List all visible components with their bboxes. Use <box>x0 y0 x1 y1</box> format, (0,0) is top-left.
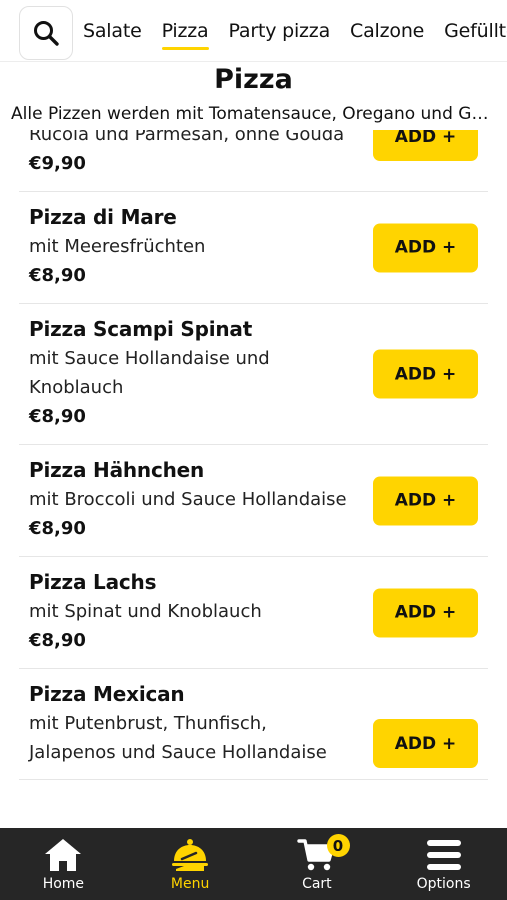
serving-dish-icon <box>172 839 209 871</box>
list-item: Pizza di Mare mit Meeresfrüchten €8,90 A… <box>19 192 488 304</box>
hamburger-menu-icon <box>426 840 461 870</box>
section-title: Pizza <box>214 64 293 95</box>
nav-cart-label: Cart <box>302 876 332 892</box>
nav-options[interactable]: Options <box>380 828 507 900</box>
list-item: Pizza Lachs mit Spinat und Knoblauch €8,… <box>19 557 488 669</box>
item-price: €8,90 <box>29 406 86 427</box>
item-description: mit Sauce Hollandaise und Knoblauch <box>29 348 270 398</box>
nav-home-label: Home <box>42 876 85 892</box>
add-button[interactable]: ADD + <box>373 476 478 525</box>
tab-party-pizza[interactable]: Party pizza <box>229 20 331 42</box>
category-bar: Salate Pizza Party pizza Calzone Gefüllt… <box>0 0 507 62</box>
section-subtitle: Alle Pizzen werden mit Tomatensauce, Ore… <box>11 104 491 124</box>
item-description: mit Spinat und Knoblauch <box>29 601 262 622</box>
nav-options-label: Options <box>416 876 471 892</box>
list-item: Pizza Hähnchen mit Broccoli und Sauce Ho… <box>19 445 488 557</box>
list-item: Pizza Mexican mit Putenbrust, Thunfisch,… <box>19 669 488 780</box>
search-icon <box>34 21 59 46</box>
home-icon <box>45 839 82 871</box>
list-item: Pizza Scampi Spinat mit Sauce Hollandais… <box>19 304 488 445</box>
tab-pizza[interactable]: Pizza <box>161 20 209 50</box>
nav-menu-label: Menu <box>170 876 210 892</box>
section-header: Pizza Alle Pizzen werden mit Tomatensauc… <box>0 62 507 130</box>
add-button[interactable]: ADD + <box>373 223 478 272</box>
nav-home[interactable]: Home <box>0 828 127 900</box>
tab-salate[interactable]: Salate <box>83 20 142 42</box>
add-button[interactable]: ADD + <box>373 588 478 637</box>
cart-count-badge: 0 <box>326 834 350 857</box>
category-tabs: Salate Pizza Party pizza Calzone Gefüllt… <box>83 0 507 61</box>
item-name: Pizza Mexican <box>29 682 185 706</box>
item-description: mit Meeresfrüchten <box>29 236 206 257</box>
nav-cart[interactable]: 0 Cart <box>254 828 381 900</box>
bottom-nav: Home Menu 0 Cart Options <box>0 828 507 900</box>
item-name: Pizza Scampi Spinat <box>29 317 253 341</box>
tab-calzone[interactable]: Calzone <box>350 20 424 42</box>
add-button[interactable]: ADD + <box>373 130 478 161</box>
add-button[interactable]: ADD + <box>373 349 478 399</box>
item-description: Rucola und Parmesan, ohne Gouda <box>29 130 345 145</box>
add-button[interactable]: ADD + <box>373 719 478 768</box>
search-button[interactable] <box>19 6 73 60</box>
item-description: mit Putenbrust, Thunfisch, Jalapenos und… <box>29 713 327 763</box>
item-description: mit Broccoli und Sauce Hollandaise <box>29 489 347 510</box>
tab-gefuellte[interactable]: Gefüllte <box>444 20 507 42</box>
product-list[interactable]: Rucola und Parmesan, ohne Gouda €9,90 AD… <box>0 130 507 828</box>
list-item: Rucola und Parmesan, ohne Gouda €9,90 AD… <box>19 130 488 192</box>
nav-menu[interactable]: Menu <box>127 828 254 900</box>
